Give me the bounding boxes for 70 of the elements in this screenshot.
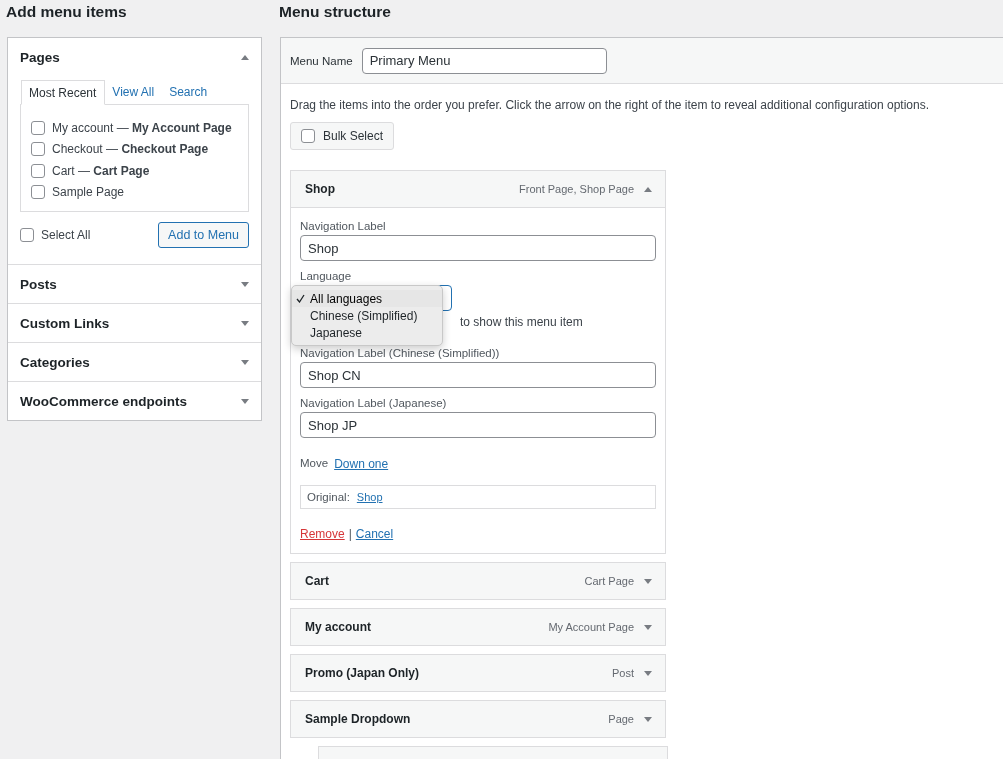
select-all-label: Select All [41,228,91,242]
menu-name-label: Menu Name [290,54,353,67]
expand-arrow-icon[interactable] [644,670,652,676]
menu-item-bar[interactable]: My account My Account Page [290,608,666,646]
section-heading: Add menu items [6,3,128,22]
checkbox[interactable] [31,185,45,200]
menu-item-title: My account [305,620,371,634]
expand-arrow-icon[interactable] [241,398,249,404]
checkbox[interactable] [31,120,45,135]
expand-arrow-icon[interactable] [644,624,652,630]
section-heading: Menu structure [279,3,392,22]
tab[interactable]: Most Recent [21,80,106,105]
menu-item-bar[interactable]: Cart Cart Page [290,562,666,600]
tab[interactable]: Search [162,80,216,104]
dropdown-option[interactable]: Japanese [292,324,442,341]
menu-name-field[interactable]: Primary Menu [361,47,607,74]
menu-item-title: Shop [305,182,335,196]
accordion-header[interactable]: Posts [8,265,261,303]
move-label: Move [300,457,329,471]
tab[interactable]: View All [105,80,163,104]
menu-item-title: Promo (Japan Only) [305,666,420,680]
instructions-text: Drag the items into the order you prefer. Click the arrow on the right of the item to reveal additional configuration options. [290,98,930,112]
language-note: to show this menu item [460,315,583,329]
checkbox[interactable] [31,142,45,157]
menu-item-title: Sample Dropdown [305,712,411,726]
field-caption: Language [300,270,353,282]
accordion-header[interactable]: WooCommerce endpoints [8,382,261,420]
checkmark-icon [296,294,305,303]
menu-item-bar[interactable]: Sample Dropdown Page [290,700,666,738]
menu-item-type: Post [612,667,634,679]
expand-arrow-icon[interactable] [644,578,652,584]
field-caption: Navigation Label (Japanese) [300,397,448,409]
menu-item-type: Front Page, Shop Page [519,183,634,195]
expand-arrow-icon[interactable] [241,281,249,287]
add-to-menu-button[interactable]: Add to Menu [158,222,249,248]
menu-item-type: My Account Page [548,621,634,633]
translated-label-field[interactable]: Shop CN [300,362,656,388]
accordion-header[interactable]: Pages [8,38,261,76]
accordion-header[interactable]: Custom Links [8,304,261,342]
expand-arrow-icon[interactable] [241,320,249,326]
down-one-link[interactable]: Down one [334,457,389,471]
checkbox[interactable] [301,129,315,143]
collapse-arrow-icon[interactable] [241,54,249,60]
remove-link[interactable]: Remove [300,527,345,541]
page-option-label: Checkout — Checkout Page [52,142,209,157]
menu-item-bar[interactable]: Shop Front Page, Shop Page [290,170,666,208]
menu-item-bar[interactable]: Promo (Japan Only) Post [290,654,666,692]
expand-arrow-icon[interactable] [644,716,652,722]
field-caption: Navigation Label [300,220,387,232]
dropdown-option[interactable]: All languages [292,290,442,307]
menu-item-type: Page [608,713,634,725]
navigation-label-field[interactable]: Shop [300,235,656,261]
cancel-link[interactable]: Cancel [355,527,394,541]
menu-item-title: Cart [305,574,329,588]
checkbox[interactable] [31,163,45,178]
dropdown-option[interactable]: Chinese (Simplified) [292,307,442,324]
separator-text: | [348,527,352,541]
field-caption: Navigation Label (Chinese (Simplified)) [300,347,501,359]
menu-item-type: Cart Page [584,575,634,587]
collapse-arrow-icon[interactable] [644,186,652,192]
original-link[interactable]: Shop [356,491,383,503]
original-label: Original: [307,491,350,503]
bulk-select-button[interactable]: Bulk Select [290,122,395,150]
expand-arrow-icon[interactable] [241,359,249,365]
page-option-label: Sample Page [52,185,125,200]
page-option-label: Cart — Cart Page [52,163,150,178]
page-option-label: My account — My Account Page [52,120,232,135]
checkbox[interactable] [20,228,34,242]
translated-label-field[interactable]: Shop JP [300,412,656,438]
accordion-header[interactable]: Categories [8,343,261,381]
